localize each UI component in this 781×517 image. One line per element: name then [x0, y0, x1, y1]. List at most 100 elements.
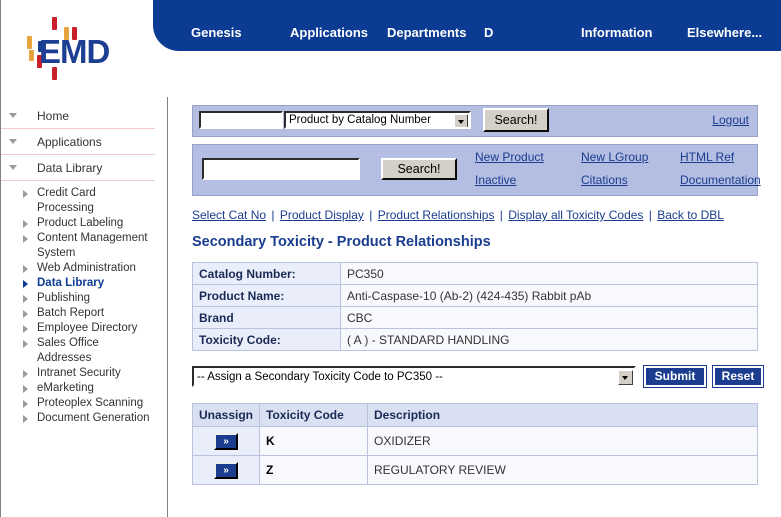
nav-item-information[interactable]: Information — [581, 25, 653, 40]
chevron-right-icon — [23, 235, 28, 243]
column-header-toxicity-code: Toxicity Code — [260, 404, 368, 427]
breadcrumb-separator: | — [367, 208, 374, 222]
sidebar-subitem-sales-office-line2[interactable]: Addresses — [1, 351, 167, 366]
sidebar-item-applications[interactable]: Applications — [1, 129, 155, 155]
description-cell: OXIDIZER — [368, 427, 758, 456]
column-header-description: Description — [368, 404, 758, 427]
new-product-link[interactable]: New Product — [475, 150, 544, 164]
sidebar-subitem-proteoplex-scanning[interactable]: Proteoplex Scanning — [1, 396, 167, 411]
sidebar-subitem-label: eMarketing — [37, 382, 94, 394]
secondary-search-button[interactable]: Search! — [381, 158, 457, 180]
sidebar-subitem-label: Proteoplex Scanning — [37, 397, 143, 409]
page-root: EMD Genesis Applications Departments D I… — [0, 0, 781, 517]
submit-button[interactable]: Submit — [644, 366, 706, 387]
chevron-right-icon — [23, 310, 28, 318]
nav-item-d[interactable]: D — [484, 25, 493, 40]
reset-button[interactable]: Reset — [713, 366, 763, 387]
citations-link[interactable]: Citations — [581, 173, 628, 187]
assign-toxicity-row: -- Assign a Secondary Toxicity Code to P… — [192, 365, 758, 389]
catalog-search-input[interactable] — [199, 111, 283, 129]
inactive-link[interactable]: Inactive — [475, 173, 516, 187]
html-ref-link[interactable]: HTML Ref — [680, 150, 734, 164]
sidebar-subitem-label: Employee Directory — [37, 322, 137, 334]
chevron-right-icon — [23, 280, 28, 288]
nav-item-departments[interactable]: Departments — [387, 25, 466, 40]
toxicity-code-cell: K — [260, 427, 368, 456]
chevron-down-icon — [9, 113, 17, 118]
unassign-button[interactable]: » — [214, 462, 238, 479]
logo-wordmark: EMD — [39, 35, 109, 68]
documentation-link[interactable]: Documentation — [680, 173, 761, 187]
sidebar-subitem-label: Processing — [37, 202, 94, 214]
unassign-button[interactable]: » — [214, 433, 238, 450]
sidebar-subitem-label: System — [37, 247, 75, 259]
primary-search-button[interactable]: Search! — [483, 108, 549, 132]
sidebar-subitem-label: Content Management — [37, 232, 148, 244]
sidebar-subitem-label: Publishing — [37, 292, 90, 304]
column-header-unassign: Unassign — [193, 404, 260, 427]
assign-toxicity-select-value: -- Assign a Secondary Toxicity Code to P… — [197, 371, 443, 383]
detail-value-product-name: Anti-Caspase-10 (Ab-2) (424-435) Rabbit … — [341, 285, 758, 307]
sidebar-subitem-label: Document Generation — [37, 412, 150, 424]
sidebar-subitem-label: Sales Office — [37, 337, 99, 349]
nav-items: Genesis Applications Departments D Infor… — [153, 25, 781, 45]
sidebar-subitem-document-generation[interactable]: Document Generation — [1, 411, 167, 426]
sidebar-item-label: Home — [23, 109, 69, 123]
logout-link[interactable]: Logout — [712, 113, 749, 127]
chevron-down-icon[interactable] — [454, 114, 468, 128]
table-row: » Z REGULATORY REVIEW — [193, 456, 758, 485]
sidebar-subitem-data-library[interactable]: Data Library — [1, 276, 167, 291]
sidebar-subitem-label: Credit Card — [37, 187, 96, 199]
page-title: Secondary Toxicity - Product Relationshi… — [192, 234, 781, 250]
assigned-toxicity-table: Unassign Toxicity Code Description » K O… — [192, 403, 758, 485]
table-row: Toxicity Code: ( A ) - STANDARD HANDLING — [193, 329, 758, 351]
sidebar-subitem-web-administration[interactable]: Web Administration — [1, 261, 167, 276]
chevron-right-icon — [23, 385, 28, 393]
chevron-right-icon — [23, 400, 28, 408]
chevron-right-icon — [23, 325, 28, 333]
new-lgroup-link[interactable]: New LGroup — [581, 150, 648, 164]
sidebar-subitem-credit-card-line2[interactable]: Processing — [1, 201, 167, 216]
unassign-cell: » — [193, 427, 260, 456]
breadcrumb-link-back-to-dbl[interactable]: Back to DBL — [657, 208, 724, 222]
logo-bar — [52, 17, 57, 30]
chevron-down-icon[interactable] — [618, 370, 633, 385]
breadcrumb-link-select-cat-no[interactable]: Select Cat No — [192, 208, 266, 222]
detail-value-brand: CBC — [341, 307, 758, 329]
keyword-search-input[interactable] — [202, 158, 360, 180]
nav-item-applications[interactable]: Applications — [290, 25, 368, 40]
sidebar-item-data-library[interactable]: Data Library — [1, 155, 155, 181]
search-type-select[interactable]: Product by Catalog Number — [284, 111, 471, 129]
unassign-cell: » — [193, 456, 260, 485]
table-header-row: Unassign Toxicity Code Description — [193, 404, 758, 427]
sidebar-subitem-product-labeling[interactable]: Product Labeling — [1, 216, 167, 231]
sidebar-subitem-content-management-line2[interactable]: System — [1, 246, 167, 261]
table-row: Brand CBC — [193, 307, 758, 329]
sidebar-subitem-label: Intranet Security — [37, 367, 121, 379]
breadcrumb-link-display-all-toxicity-codes[interactable]: Display all Toxicity Codes — [508, 208, 643, 222]
breadcrumb-link-product-display[interactable]: Product Display — [280, 208, 364, 222]
primary-search-panel: Product by Catalog Number Search! Logout — [192, 105, 758, 137]
sidebar-subitem-intranet-security[interactable]: Intranet Security — [1, 366, 167, 381]
sidebar-subitem-sales-office[interactable]: Sales Office — [1, 336, 167, 351]
nav-item-elsewhere[interactable]: Elsewhere... — [687, 25, 762, 40]
nav-item-genesis[interactable]: Genesis — [191, 25, 242, 40]
table-row: Catalog Number: PC350 — [193, 263, 758, 285]
breadcrumb: Select Cat No | Product Display | Produc… — [192, 208, 781, 222]
chevron-down-icon — [9, 139, 17, 144]
sidebar-subitem-content-management[interactable]: Content Management — [1, 231, 167, 246]
sidebar-subitem-label: Addresses — [37, 352, 91, 364]
sidebar-item-home[interactable]: Home — [1, 103, 155, 129]
assign-toxicity-select[interactable]: -- Assign a Secondary Toxicity Code to P… — [192, 366, 636, 387]
sidebar-subitem-credit-card[interactable]: Credit Card — [1, 186, 167, 201]
breadcrumb-link-product-relationships[interactable]: Product Relationships — [378, 208, 495, 222]
sidebar-subitem-employee-directory[interactable]: Employee Directory — [1, 321, 167, 336]
breadcrumb-separator: | — [269, 208, 276, 222]
sidebar-subitem-batch-report[interactable]: Batch Report — [1, 306, 167, 321]
sidebar-subitem-emarketing[interactable]: eMarketing — [1, 381, 167, 396]
sidebar-subitem-publishing[interactable]: Publishing — [1, 291, 167, 306]
emd-logo[interactable]: EMD — [15, 17, 125, 79]
table-row: Product Name: Anti-Caspase-10 (Ab-2) (42… — [193, 285, 758, 307]
logo-bar — [27, 36, 32, 49]
sidebar-item-label: Data Library — [23, 161, 102, 175]
